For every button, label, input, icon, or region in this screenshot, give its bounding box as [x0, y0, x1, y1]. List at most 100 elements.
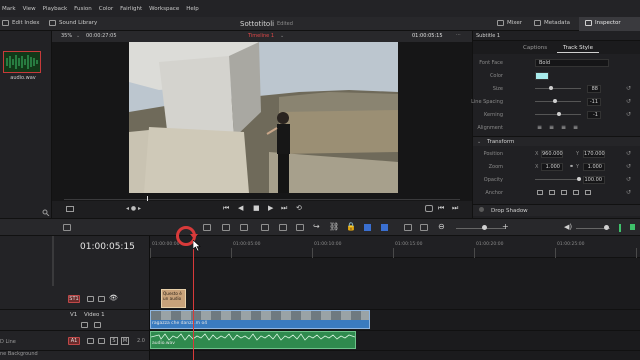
eye-icon[interactable]: 👁: [109, 294, 118, 302]
size-slider[interactable]: [535, 86, 581, 90]
opacity-knob[interactable]: [577, 177, 581, 181]
auto-select-icon[interactable]: [94, 322, 101, 328]
anchor-center-icon[interactable]: [573, 190, 579, 195]
lock-icon[interactable]: [81, 322, 88, 328]
reset-icon[interactable]: ↺: [626, 85, 631, 92]
size-value[interactable]: 88: [587, 85, 601, 93]
zoom-full-icon[interactable]: [404, 224, 412, 231]
zoom-detail-icon[interactable]: [420, 224, 428, 231]
audio-clip[interactable]: audio.wav: [150, 331, 356, 349]
lock-icon[interactable]: 🔒: [346, 222, 356, 231]
tab-track-style[interactable]: Track Style: [563, 45, 593, 51]
go-end-icon[interactable]: ⏭: [281, 204, 287, 213]
timeline-playhead[interactable]: [193, 236, 194, 360]
vertical-scrollbar[interactable]: [52, 236, 54, 286]
anchor-tr-icon[interactable]: [561, 190, 567, 195]
caption-icon[interactable]: [98, 296, 105, 302]
video-frame[interactable]: [129, 42, 398, 193]
audio-clip-thumbnail[interactable]: [3, 51, 41, 73]
color-swatch[interactable]: [535, 72, 549, 80]
kerning-slider[interactable]: [535, 112, 581, 116]
volume-knob[interactable]: [604, 225, 609, 230]
replace-icon[interactable]: [296, 224, 304, 231]
chevron-down-icon[interactable]: ⌄: [76, 33, 80, 39]
timeline-ruler[interactable]: 01:00:00:00 01:00:05:00 01:00:10:00 01:0…: [150, 236, 640, 258]
zoom-x-value[interactable]: 1.000: [541, 163, 563, 171]
track-badge-a1[interactable]: A1: [68, 337, 80, 345]
link-clips-icon[interactable]: ⛓: [329, 222, 339, 231]
align-right-icon[interactable]: ≡: [561, 124, 566, 131]
lock-icon[interactable]: [87, 296, 94, 302]
loop-icon[interactable]: ⟲: [296, 204, 302, 212]
line-spacing-slider[interactable]: [535, 99, 581, 103]
sound-library-button[interactable]: Sound Library: [49, 20, 97, 26]
line-spacing-knob[interactable]: [553, 99, 557, 103]
tab-captions[interactable]: Captions: [523, 45, 547, 51]
zoom-in-icon[interactable]: +: [502, 222, 509, 231]
align-center-icon[interactable]: ≡: [549, 124, 554, 131]
reset-icon[interactable]: ↺: [626, 150, 631, 157]
transform-header[interactable]: ⌄ Transform: [473, 136, 640, 146]
size-knob[interactable]: [549, 86, 553, 90]
opacity-value[interactable]: 100.00: [583, 176, 605, 184]
reset-icon[interactable]: ↺: [626, 163, 631, 170]
timeline-view-icon[interactable]: [63, 224, 71, 231]
timeline-name[interactable]: Timeline 1: [248, 33, 274, 39]
stop-icon[interactable]: ■: [253, 204, 260, 212]
kerning-knob[interactable]: [557, 112, 561, 116]
selection-icon[interactable]: [203, 224, 211, 231]
volume-icon[interactable]: ◀): [564, 223, 572, 231]
font-face-select[interactable]: Bold: [535, 59, 609, 67]
next-edit-icon[interactable]: ⏭: [452, 204, 458, 213]
menu-help[interactable]: Help: [186, 6, 199, 12]
edit-index-button[interactable]: Edit Index: [2, 20, 40, 26]
reset-icon[interactable]: ↺: [626, 111, 631, 118]
line-spacing-value[interactable]: -11: [587, 98, 601, 106]
overwrite-icon[interactable]: [279, 224, 287, 231]
position-y-value[interactable]: 170.000: [583, 150, 605, 158]
mixer-button[interactable]: Mixer: [497, 20, 522, 26]
zoom-y-value[interactable]: 1.000: [583, 163, 605, 171]
reset-icon[interactable]: ↺: [626, 176, 631, 183]
menu-playback[interactable]: Playback: [43, 6, 68, 12]
inspector-button[interactable]: Inspector: [579, 17, 640, 31]
zoom-out-icon[interactable]: ⊖: [438, 222, 445, 231]
menu-color[interactable]: Color: [99, 6, 113, 12]
play-reverse-icon[interactable]: ◀: [238, 204, 243, 212]
viewer-mode-icon[interactable]: [66, 206, 74, 212]
scrub-bar[interactable]: [64, 199, 460, 200]
prev-edit-icon[interactable]: ⏮: [438, 204, 444, 213]
mute-button[interactable]: M: [121, 337, 129, 345]
subtitle-clip[interactable]: Questo è un audio: [161, 289, 186, 308]
flag-icon[interactable]: [364, 224, 371, 231]
zoom-level[interactable]: 35%: [61, 33, 72, 39]
menu-fairlight[interactable]: Fairlight: [120, 6, 142, 12]
timeline-chevron-icon[interactable]: ⌄: [280, 33, 284, 39]
marker-icon[interactable]: [381, 224, 388, 231]
align-left-icon[interactable]: ≡: [537, 124, 542, 131]
menu-fusion[interactable]: Fusion: [74, 6, 92, 12]
video-clip[interactable]: ragazza che danza.m o4: [150, 310, 370, 329]
track-badge-v1[interactable]: V1: [70, 312, 77, 318]
auto-select-icon[interactable]: [98, 338, 105, 344]
timeline-zoom-knob[interactable]: [482, 225, 487, 230]
match-frame-icon[interactable]: ◂ ● ▸: [126, 205, 141, 212]
viewer-options-icon[interactable]: ⋯: [456, 32, 461, 38]
kerning-value[interactable]: -1: [587, 111, 601, 119]
solo-button[interactable]: S: [110, 337, 118, 345]
metadata-button[interactable]: Metadata: [534, 20, 570, 26]
opacity-slider[interactable]: [535, 177, 581, 181]
reset-icon[interactable]: ↺: [626, 98, 631, 105]
blade-icon[interactable]: [240, 224, 248, 231]
play-icon[interactable]: ▶: [268, 204, 273, 212]
link-icon[interactable]: ⚭: [569, 163, 574, 170]
trim-icon[interactable]: [222, 224, 230, 231]
menu-workspace[interactable]: Workspace: [149, 6, 179, 12]
video-track-name[interactable]: Video 1: [84, 312, 105, 318]
menu-mark[interactable]: Mark: [2, 6, 16, 12]
menu-view[interactable]: View: [23, 6, 36, 12]
timeline-zoom-slider[interactable]: [456, 228, 506, 229]
anchor-tl-icon[interactable]: [537, 190, 543, 195]
anchor-tc-icon[interactable]: [549, 190, 555, 195]
toggle-icon[interactable]: [479, 207, 484, 212]
